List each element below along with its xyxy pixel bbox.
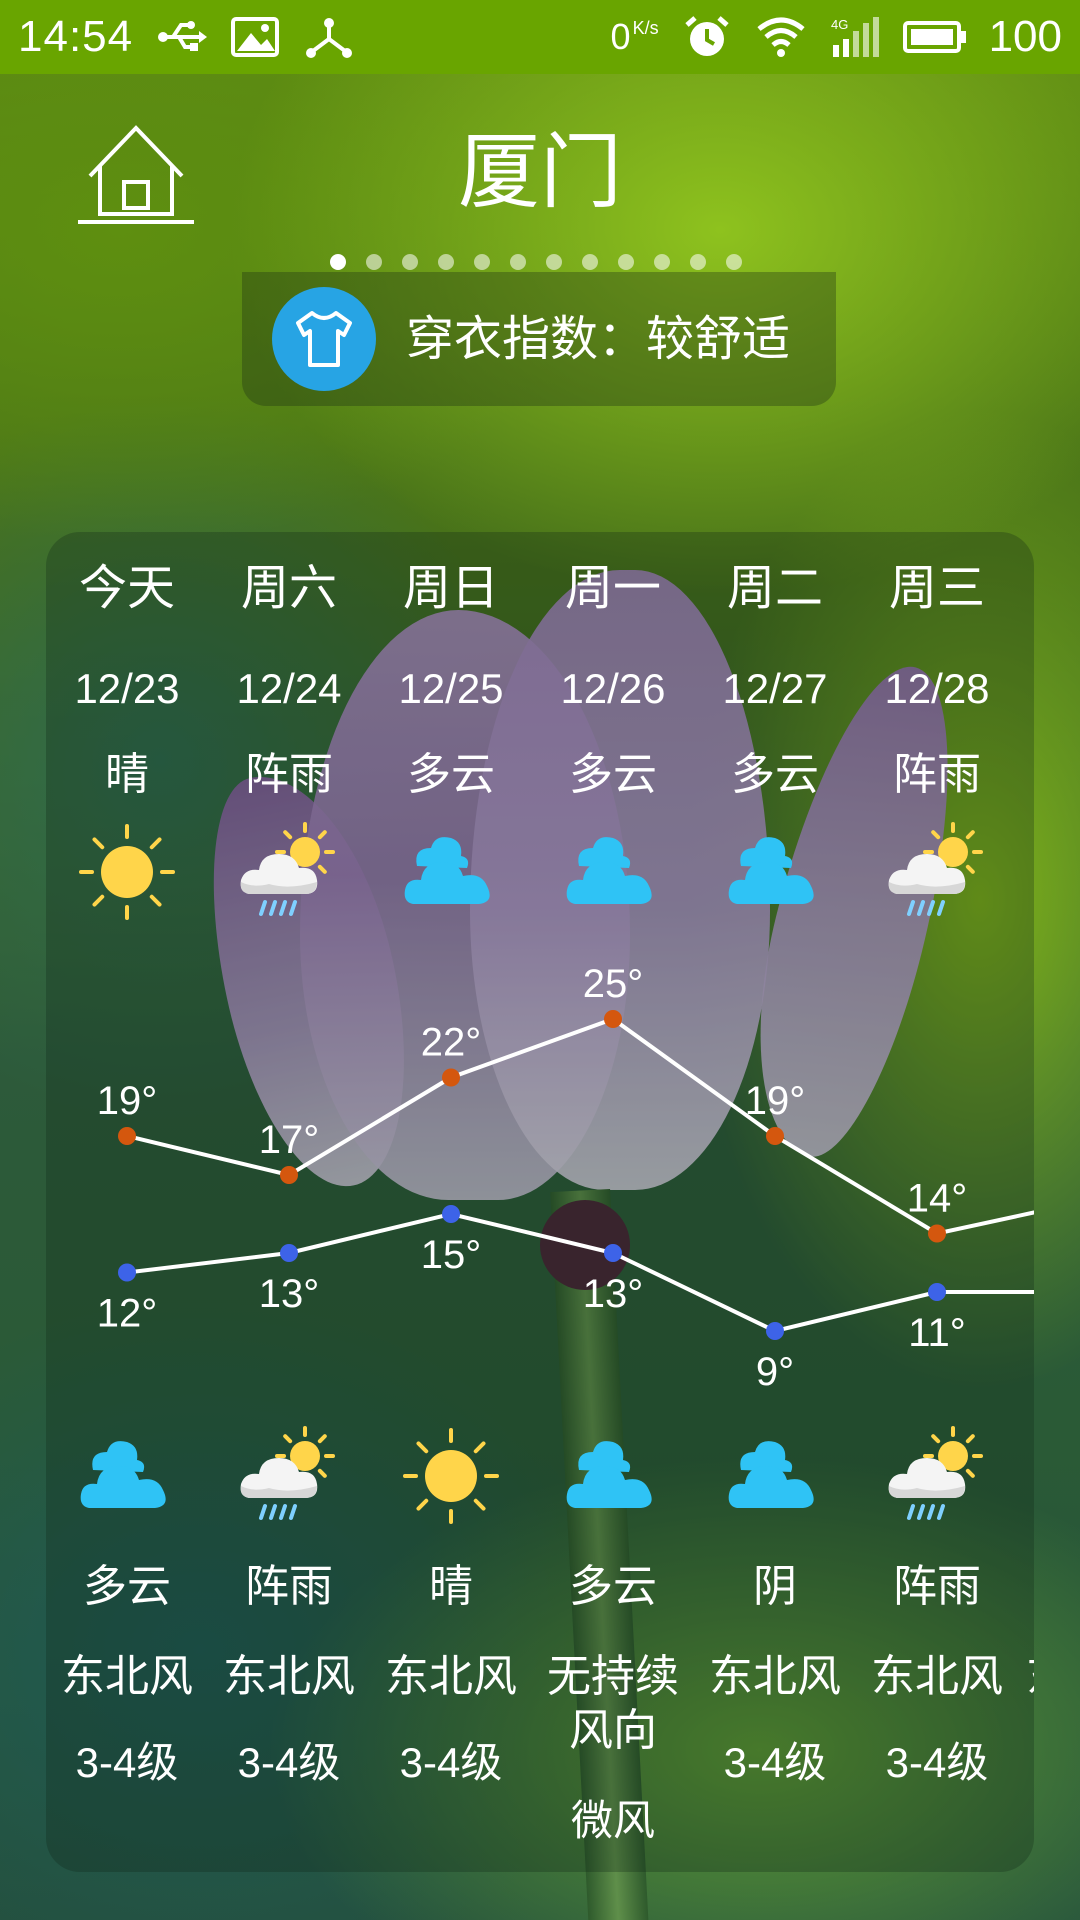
battery-icon [902, 21, 966, 53]
day-label: 周二 [726, 560, 823, 616]
wind-level: 3-4级 [885, 1739, 989, 1786]
forecast-panel[interactable]: 19°17°22°25°19°14°12°13°15°13°9°11° 东 今天… [46, 532, 1034, 1872]
svg-text:4G: 4G [831, 17, 848, 32]
status-bar: 14:54 0 K/s 4G 100 [0, 0, 1080, 74]
forecast-day-column: 周日 12/25 多云 晴 东北风 3-4级 [370, 532, 532, 1872]
page-dot [366, 254, 382, 270]
wind-direction: 东北风 [223, 1651, 355, 1702]
night-weather: 阴 [753, 1561, 797, 1612]
day-label: 周日 [402, 560, 499, 616]
wind-level: 3-4级 [723, 1739, 827, 1786]
forecast-day-column: 今天 12/23 晴 多云 东北风 3-4级 [46, 532, 208, 1872]
net-speed: 0 K/s [610, 16, 659, 57]
wind-direction: 东北风 [709, 1651, 841, 1702]
date-label: 12/25 [398, 665, 504, 712]
page-dot [582, 254, 598, 270]
cloudy-icon [80, 1441, 166, 1508]
shower-icon [240, 1426, 335, 1520]
image-icon [231, 17, 280, 57]
wind-direction: 东北风 [385, 1651, 517, 1702]
night-weather: 多云 [83, 1561, 171, 1612]
city-title[interactable]: 厦门 [340, 118, 740, 228]
day-weather: 多云 [569, 749, 657, 800]
cloudy-icon [728, 837, 814, 904]
page-dot [474, 254, 490, 270]
partial-wind-direction: 东 [1026, 1650, 1034, 1704]
cloudy-icon [404, 837, 490, 904]
wind-direction: 东北风 [61, 1651, 193, 1702]
forecast-day-column: 周三 12/28 阵雨 阵雨 东北风 3-4级 [856, 532, 1018, 1872]
battery-level: 100 [988, 12, 1062, 61]
status-time: 14:54 [18, 12, 134, 61]
cloudy-icon [728, 1441, 814, 1508]
date-label: 12/26 [560, 665, 666, 712]
cloudy-icon [566, 837, 652, 904]
page-dot [690, 254, 706, 270]
page-dot [402, 254, 418, 270]
night-weather: 晴 [429, 1561, 473, 1612]
page-dot [726, 254, 742, 270]
day-label: 周三 [888, 560, 985, 616]
day-weather: 晴 [105, 749, 149, 800]
wind-direction: 无持续风向 [547, 1651, 679, 1756]
wind-level: 微风 [570, 1797, 655, 1844]
day-label: 周一 [564, 560, 661, 616]
page-indicator [330, 254, 742, 270]
shirt-icon [272, 287, 376, 391]
page-dot [438, 254, 454, 270]
sun-icon [79, 824, 175, 920]
page-dot [654, 254, 670, 270]
day-label: 周六 [240, 560, 337, 616]
forecast-day-column: 周六 12/24 阵雨 阵雨 东北风 3-4级 [208, 532, 370, 1872]
wind-direction: 东北风 [871, 1651, 1003, 1702]
home-icon[interactable] [76, 118, 196, 228]
wind-level: 3-4级 [399, 1739, 503, 1786]
dress-index-label: 穿衣指数： [406, 311, 647, 367]
forecast-day-column: 周二 12/27 多云 阴 东北风 3-4级 [694, 532, 856, 1872]
wifi-icon [756, 17, 805, 57]
wind-level: 3-4级 [237, 1739, 341, 1786]
date-label: 12/23 [74, 665, 180, 712]
signal-icon: 4G [831, 17, 879, 57]
shower-icon [888, 1426, 983, 1520]
night-weather: 阵雨 [245, 1561, 333, 1612]
date-label: 12/24 [236, 665, 342, 712]
dress-index-value: 较舒适 [646, 311, 791, 367]
dress-index-card[interactable]: 穿衣指数： 较舒适 [242, 272, 836, 406]
usb-icon [158, 21, 208, 51]
day-weather: 多云 [731, 749, 819, 800]
page-dot [546, 254, 562, 270]
day-weather: 阵雨 [245, 749, 333, 800]
forecast-day-column: 周一 12/26 多云 多云 无持续风向 微风 [532, 532, 694, 1872]
date-label: 12/28 [884, 665, 990, 712]
shower-icon [240, 822, 335, 916]
shower-icon [888, 822, 983, 916]
night-weather: 阵雨 [893, 1561, 981, 1612]
night-weather: 多云 [569, 1561, 657, 1612]
page-dot [510, 254, 526, 270]
date-label: 12/27 [722, 665, 828, 712]
page-dot [618, 254, 634, 270]
day-weather: 多云 [407, 749, 495, 800]
day-weather: 阵雨 [893, 749, 981, 800]
cloudy-icon [566, 1441, 652, 1508]
sun-icon [403, 1428, 499, 1524]
page-dot [330, 254, 346, 270]
wind-level: 3-4级 [75, 1739, 179, 1786]
share-icon [306, 18, 353, 58]
dress-index-text: 穿衣指数： 较舒适 [406, 309, 790, 369]
alarm-icon [684, 16, 729, 56]
day-label: 今天 [78, 560, 175, 616]
